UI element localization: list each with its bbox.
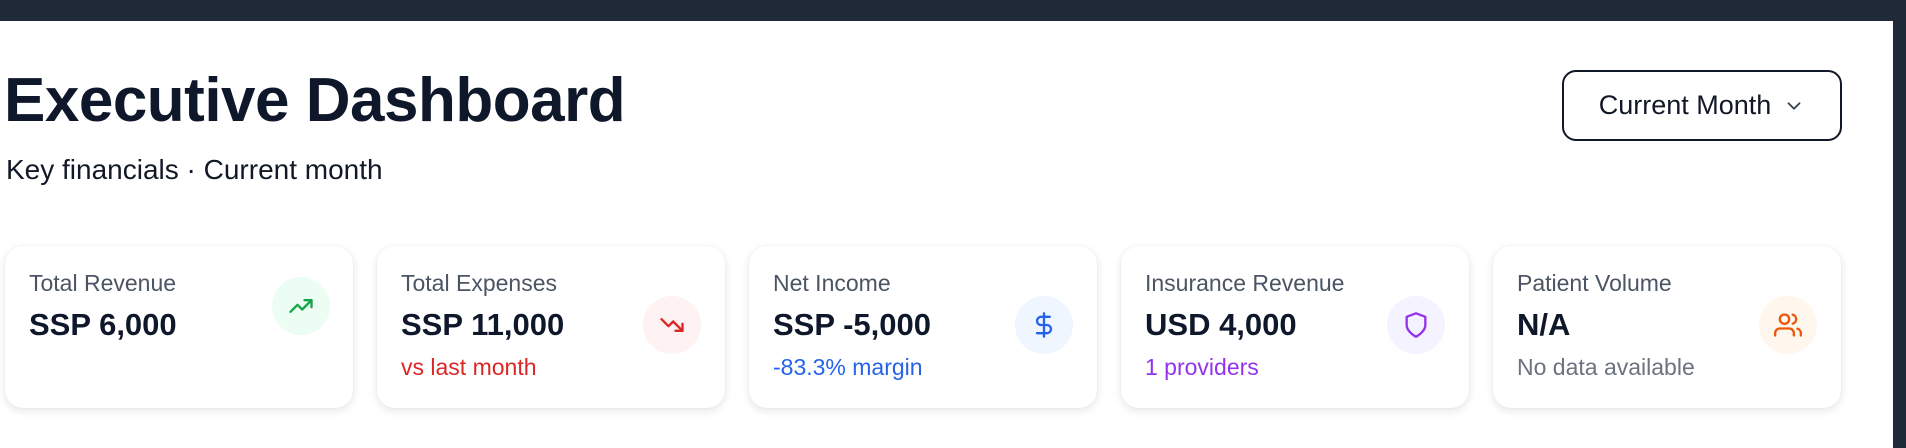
kpi-card-net-income: Net Income SSP -5,000 -83.3% margin — [749, 246, 1097, 408]
kpi-value: USD 4,000 — [1145, 307, 1297, 342]
chevron-down-icon — [1787, 101, 1801, 110]
kpi-sub: No data available — [1517, 354, 1695, 380]
kpi-label: Insurance Revenue — [1145, 270, 1345, 296]
shield-icon — [1387, 296, 1445, 354]
kpi-sub: -83.3% margin — [773, 354, 923, 380]
kpi-value: SSP 11,000 — [401, 307, 565, 342]
kpi-value: SSP -5,000 — [773, 307, 931, 342]
kpi-card-patient-volume: Patient Volume N/A No data available — [1493, 246, 1841, 408]
trending-down-icon — [643, 296, 701, 354]
window-top-bar — [0, 0, 1906, 21]
kpi-label: Total Expenses — [401, 270, 557, 296]
kpi-label: Net Income — [773, 270, 891, 296]
kpi-card-total-revenue: Total Revenue SSP 6,000 — [5, 246, 353, 408]
kpi-card-insurance-revenue: Insurance Revenue USD 4,000 1 providers — [1121, 246, 1469, 408]
users-icon — [1759, 296, 1817, 354]
page-title: Executive Dashboard — [4, 66, 626, 135]
kpi-card-total-expenses: Total Expenses SSP 11,000 vs last month — [377, 246, 725, 408]
kpi-label: Patient Volume — [1517, 270, 1672, 296]
dollar-icon — [1015, 296, 1073, 354]
period-select[interactable]: Current Month — [1562, 70, 1842, 141]
kpi-sub: vs last month — [401, 354, 537, 380]
kpi-sub: 1 providers — [1145, 354, 1259, 380]
trending-up-icon — [272, 277, 330, 335]
window-right-edge — [1893, 0, 1906, 448]
kpi-label: Total Revenue — [29, 270, 177, 296]
period-select-value: Current Month — [1598, 90, 1772, 120]
page-subtitle: Key financials · Current month — [6, 154, 383, 185]
kpi-value: N/A — [1517, 307, 1571, 342]
kpi-value: SSP 6,000 — [29, 307, 177, 342]
